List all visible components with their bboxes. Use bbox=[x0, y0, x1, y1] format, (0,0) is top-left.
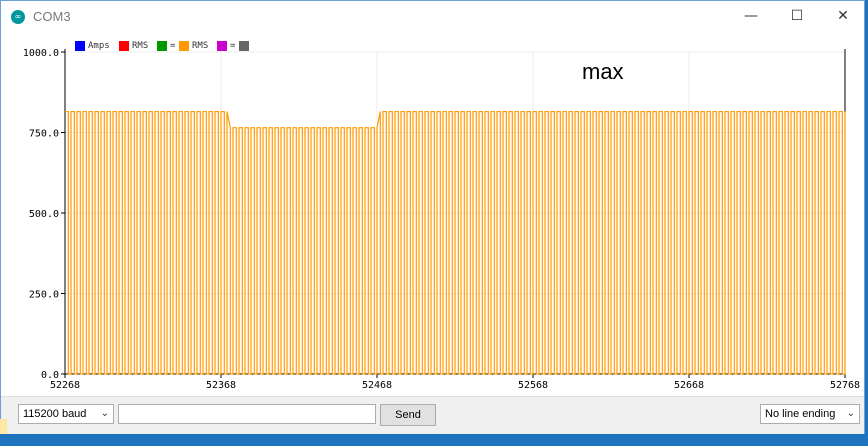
legend-item-equals-2: = bbox=[217, 40, 235, 52]
x-tick-label: 52268 bbox=[50, 380, 80, 391]
x-tick-label: 52368 bbox=[206, 380, 236, 391]
legend-item-equals: = bbox=[157, 40, 175, 52]
bottom-toolbar: 115200 baud ⌄ Send No line ending ⌄ bbox=[1, 396, 864, 434]
baud-rate-select[interactable]: 115200 baud ⌄ bbox=[18, 404, 114, 424]
minimize-button[interactable]: — bbox=[728, 1, 774, 32]
y-tick-label: 1000.0 bbox=[23, 48, 59, 59]
legend-swatch bbox=[217, 41, 227, 51]
legend-swatch bbox=[119, 41, 129, 51]
x-tick-label: 52468 bbox=[362, 380, 392, 391]
x-tick-label: 52568 bbox=[518, 380, 548, 391]
serial-input[interactable] bbox=[118, 404, 376, 424]
legend-swatch bbox=[75, 41, 85, 51]
background-window-edge bbox=[0, 419, 7, 434]
chart: 1000.0750.0500.0250.00.052268 52368 52468 5… bbox=[23, 48, 860, 391]
send-button[interactable]: Send bbox=[380, 404, 436, 426]
legend-item-rms-2: RMS bbox=[179, 40, 208, 52]
plot-area: 1000.0 750.0 500.0 250.0 0.0 52268 52368 52468 5… bbox=[1, 32, 864, 396]
y-tick-label: 250.0 bbox=[29, 290, 59, 301]
legend-swatch bbox=[239, 41, 249, 51]
arduino-icon: ∞ bbox=[11, 10, 25, 24]
chart-annotation: max bbox=[582, 59, 624, 84]
chevron-down-icon: ⌄ bbox=[100, 408, 109, 419]
y-tick-label: 750.0 bbox=[29, 129, 59, 140]
title-bar: ∞ COM3 — ☐ ✕ bbox=[1, 1, 864, 32]
chevron-down-icon: ⌄ bbox=[846, 408, 855, 419]
x-tick-label: 52768 bbox=[830, 380, 860, 391]
close-button[interactable]: ✕ bbox=[820, 1, 866, 32]
legend-item-blank bbox=[239, 40, 252, 52]
legend-item-amps: Amps bbox=[75, 40, 110, 52]
maximize-button[interactable]: ☐ bbox=[774, 1, 820, 32]
y-tick-label: 500.0 bbox=[29, 209, 59, 220]
legend-swatch bbox=[157, 41, 167, 51]
x-tick-label: 52668 bbox=[674, 380, 704, 391]
serial-plotter-window: ∞ COM3 — ☐ ✕ 1000.0 750.0 500.0 250.0 0.0 522… bbox=[0, 0, 865, 434]
legend-swatch bbox=[179, 41, 189, 51]
window-title: COM3 bbox=[33, 9, 71, 24]
line-ending-select[interactable]: No line ending ⌄ bbox=[760, 404, 860, 424]
rms-series-line bbox=[65, 110, 846, 375]
legend-item-rms: RMS bbox=[119, 40, 148, 52]
